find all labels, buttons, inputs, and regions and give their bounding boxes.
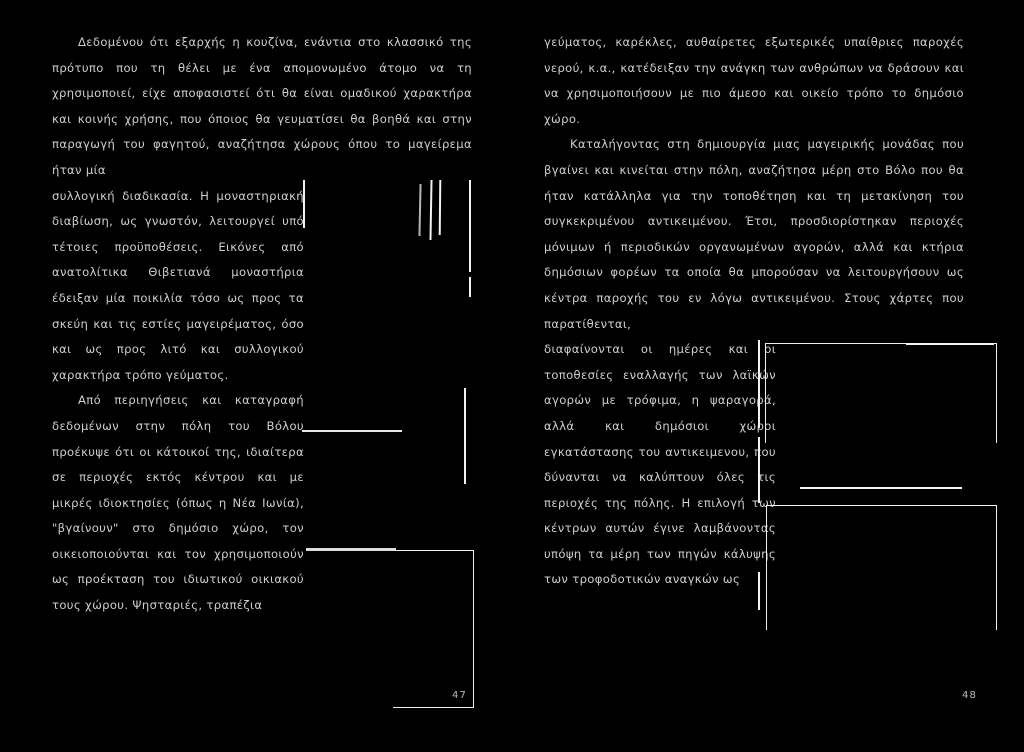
mid-divider-rule: [800, 487, 962, 489]
vertical-rule-text-edge-mid: [758, 437, 760, 503]
left-paragraph-1: Δεδομένου ότι εξαρχής η κουζίνα, ενάντια…: [52, 35, 472, 177]
vertical-rule-midright: [464, 388, 466, 484]
left-paragraph-3: Από περιηγήσεις και καταγραφή δεδομένων …: [52, 393, 304, 613]
vertical-rule-right-lower: [469, 277, 471, 297]
page-number-right: 48: [962, 690, 978, 701]
left-page-text-column: Δεδομένου ότι εξαρχής η κουζίνα, ενάντια…: [52, 30, 472, 619]
vertical-rule-text-edge-upper: [758, 340, 760, 428]
dotted-rule-upper: [302, 430, 402, 432]
vertical-rule-text-edge-low: [758, 572, 760, 610]
left-paragraph-2: συλλογική διαδικασία. Η μοναστηριακή δια…: [52, 188, 304, 382]
scanned-page-spread: Δεδομένου ότι εξαρχής η κουζίνα, ενάντια…: [0, 0, 1024, 752]
right-paragraph-2: Καταλήγοντας στη δημιουργία μιας μαγειρι…: [544, 137, 964, 331]
map-figure-frame-upper: [765, 343, 997, 443]
map-figure-frame-left: [393, 550, 474, 708]
fuzzy-rule-lower: [306, 548, 396, 551]
right-paragraph-3: διαφαίνονται οι ημέρες και οι τοποθεσίες…: [544, 342, 776, 587]
right-paragraph-1: γεύματος, καρέκλες, αυθαίρετες εξωτερικέ…: [544, 35, 964, 126]
vertical-rule-right-upper: [469, 180, 471, 272]
frame-top-gap-rule: [906, 343, 994, 345]
vertical-rule-upper: [303, 180, 305, 228]
map-figure-frame-lower: [766, 505, 997, 630]
